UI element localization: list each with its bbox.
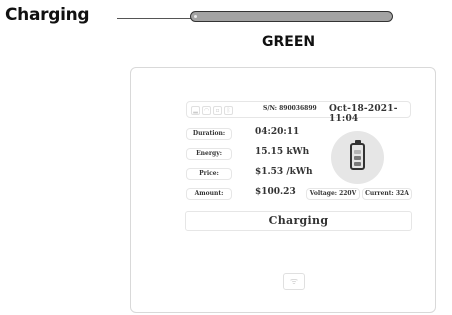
price-value: $1.53 /kWh [255,167,313,177]
battery-cell [354,150,361,154]
led-light-bar [190,11,393,22]
status-bar: ▂ ◠ ▫ ᛒ S/N: 890036899 Oct-18-2021-11:04 [186,101,411,124]
battery-cell [354,162,361,166]
amount-value: $100.23 [255,187,296,197]
battery-icon [350,143,365,170]
bluetooth-icon: ᛒ [224,105,233,115]
price-label: Price: [186,168,232,180]
status-icons: ▂ ◠ ▫ ᛒ [191,105,233,115]
duration-value: 04:20:11 [255,127,300,137]
led-color-label: GREEN [262,34,316,50]
charger-screen: ▂ ◠ ▫ ᛒ S/N: 890036899 Oct-18-2021-11:04… [130,67,436,313]
wifi-icon: ◠ [202,105,211,115]
callout-line [117,18,191,19]
serial-number: S/N: 890036899 [263,105,317,112]
voltage-readout: Voltage: 220V [306,188,360,200]
signal-icon: ▂ [191,105,200,115]
amount-label: Amount: [186,188,232,200]
led-dot [194,15,197,18]
battery-status [331,131,384,184]
nfc-icon[interactable]: ᯤ [283,273,305,290]
battery-cell [354,156,361,160]
page-title: Charging [5,5,90,25]
duration-label: Duration: [186,128,232,140]
charging-state: Charging [185,211,412,231]
ethernet-icon: ▫ [213,105,222,115]
current-readout: Current: 32A [362,188,412,200]
energy-value: 15.15 kWh [255,147,310,157]
energy-label: Energy: [186,148,232,160]
datetime: Oct-18-2021-11:04 [329,104,398,124]
